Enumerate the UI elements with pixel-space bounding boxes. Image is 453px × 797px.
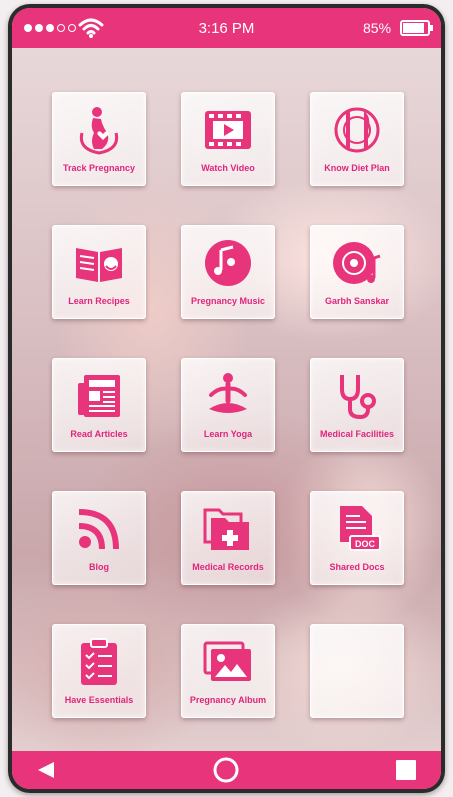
tile-shared-docs[interactable]: DOC Shared Docs: [310, 491, 404, 585]
recipe-book-icon: [76, 248, 122, 282]
phone-frame: 3:16 PM 85% Track Pregnancy Watch Video …: [8, 4, 445, 793]
tile-label: Learn Recipes: [68, 296, 130, 306]
screen: 3:16 PM 85% Track Pregnancy Watch Video …: [12, 8, 441, 789]
tile-medical-records[interactable]: Medical Records: [181, 491, 275, 585]
yoga-icon: [209, 373, 247, 413]
tile-learn-yoga[interactable]: Learn Yoga: [181, 358, 275, 452]
back-icon[interactable]: [36, 761, 56, 779]
tile-know-diet-plan[interactable]: Know Diet Plan: [310, 92, 404, 186]
tile-label: Shared Docs: [329, 562, 385, 572]
tile-label: Pregnancy Music: [190, 296, 266, 306]
tile-label: Learn Yoga: [203, 429, 253, 439]
tile-label: Medical Facilities: [319, 429, 395, 439]
rss-icon: [78, 509, 119, 550]
tile-read-articles[interactable]: Read Articles: [52, 358, 146, 452]
tile-medical-facilities[interactable]: Medical Facilities: [310, 358, 404, 452]
tile-empty: [310, 624, 404, 718]
photo-album-icon: [203, 641, 251, 681]
battery-percentage: 85%: [363, 20, 392, 36]
video-icon: [205, 111, 251, 149]
tile-garbh-sanskar[interactable]: Garbh Sanskar: [310, 225, 404, 319]
checklist-icon: [81, 638, 117, 685]
battery-icon: [400, 20, 433, 36]
home-icon[interactable]: [213, 757, 239, 783]
tile-label: Pregnancy Album: [189, 695, 267, 705]
diet-plan-icon: [334, 107, 380, 153]
pregnancy-icon: [79, 107, 119, 155]
tile-label: Track Pregnancy: [62, 163, 136, 173]
status-bar: 3:16 PM 85%: [12, 8, 441, 48]
tile-watch-video[interactable]: Watch Video: [181, 92, 275, 186]
navigation-bar: [12, 751, 441, 789]
medical-folder-icon: [203, 508, 249, 550]
recent-apps-icon[interactable]: [395, 759, 417, 781]
tile-have-essentials[interactable]: Have Essentials: [52, 624, 146, 718]
tile-label: Watch Video: [201, 163, 255, 173]
stethoscope-icon: [340, 375, 376, 420]
music-icon: [205, 240, 251, 286]
newspaper-icon: [78, 375, 120, 417]
cd-music-icon: [333, 242, 381, 284]
tile-pregnancy-album[interactable]: Pregnancy Album: [181, 624, 275, 718]
tile-blog[interactable]: Blog: [52, 491, 146, 585]
tile-pregnancy-music[interactable]: Pregnancy Music: [181, 225, 275, 319]
tile-label: Read Articles: [70, 429, 128, 439]
tile-label: Garbh Sanskar: [324, 296, 390, 306]
tile-learn-recipes[interactable]: Learn Recipes: [52, 225, 146, 319]
document-icon: DOC: [340, 506, 381, 551]
feature-grid: Track Pregnancy Watch Video Know Diet Pl…: [52, 92, 404, 718]
tile-label: Have Essentials: [64, 695, 134, 705]
tile-track-pregnancy[interactable]: Track Pregnancy: [52, 92, 146, 186]
tile-label: Blog: [89, 562, 109, 572]
tile-label: Medical Records: [192, 562, 264, 572]
svg-text:DOC: DOC: [355, 539, 376, 549]
tile-label: Know Diet Plan: [324, 163, 390, 173]
